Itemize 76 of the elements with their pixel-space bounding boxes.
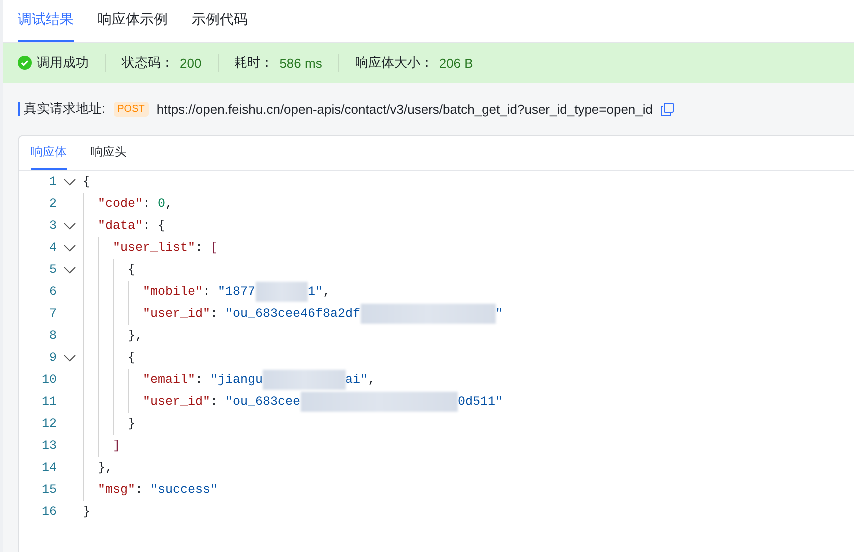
code-token: ,: [368, 373, 376, 387]
code-token: {: [128, 263, 136, 277]
line-number: 13: [40, 439, 57, 453]
line-number: 7: [48, 307, 57, 321]
code-token: {: [83, 175, 91, 189]
code-token: "email": [143, 373, 196, 387]
code-token: }: [83, 505, 91, 519]
code-token: 0: [158, 197, 166, 211]
code-token: "user_id": [143, 395, 211, 409]
line-number: 4: [48, 241, 57, 255]
code-token: {: [128, 351, 136, 365]
line-number: 2: [48, 197, 57, 211]
code-token: "1877: [218, 285, 256, 299]
code-token: :: [203, 285, 212, 299]
metric-label: 耗时：: [234, 54, 274, 72]
line-number: 9: [48, 351, 57, 365]
line-number: 8: [48, 329, 57, 343]
status-text: 调用成功: [37, 54, 89, 72]
request-label: 真实请求地址:: [24, 100, 106, 118]
line-number: 14: [40, 461, 57, 475]
code-token: 0d511": [458, 395, 504, 409]
code-token: :: [143, 197, 152, 211]
line-number: 6: [48, 285, 57, 299]
check-circle-icon: [18, 56, 32, 70]
code-token: }: [128, 417, 136, 431]
code-token: "ou_683cee46f8a2df: [226, 307, 361, 321]
code-token: "jiangu: [210, 373, 264, 387]
line-number: 16: [40, 505, 57, 519]
metric-value: 200: [180, 56, 202, 70]
chevron-down-icon[interactable]: [64, 244, 76, 252]
code-token: :: [210, 307, 220, 321]
metric-value: 206 B: [439, 56, 474, 70]
code-token: ai": [346, 373, 368, 387]
tab[interactable]: 示例代码: [192, 0, 248, 42]
code-token: :: [136, 483, 144, 497]
chevron-down-icon[interactable]: [64, 222, 76, 230]
tab[interactable]: 响应体示例: [98, 0, 168, 42]
code-token: "mobile": [143, 285, 204, 299]
code-token: ,: [323, 285, 331, 299]
metric-value: 586 ms: [280, 56, 322, 70]
code-token: },: [128, 329, 144, 343]
code-token: "user_id": [143, 307, 211, 321]
code-token: ,: [166, 197, 174, 211]
code-token: ": [496, 307, 504, 321]
line-number: 3: [48, 219, 57, 233]
code-token: "success": [150, 483, 218, 497]
redacted-blur: [256, 282, 308, 302]
chevron-down-icon[interactable]: [64, 266, 76, 274]
response-tab[interactable]: 响应头: [91, 136, 127, 170]
method-tag: POST: [114, 102, 149, 116]
code-token: [: [210, 241, 218, 255]
line-number: 12: [40, 417, 57, 431]
response-tab[interactable]: 响应体: [31, 136, 67, 170]
line-number: 5: [48, 263, 57, 277]
line-number: 15: [40, 483, 57, 497]
code-token: "code": [98, 197, 144, 211]
code-token: "user_list": [113, 241, 196, 255]
metric-label: 响应体大小：: [355, 54, 434, 72]
metric-label: 状态码：: [122, 54, 174, 72]
code-token: "msg": [98, 483, 136, 497]
code-token: 1": [308, 285, 324, 299]
code-token: :: [196, 373, 204, 387]
chevron-down-icon[interactable]: [64, 354, 76, 362]
code-token: "ou_683cee: [226, 395, 301, 409]
code-token: },: [98, 461, 114, 475]
line-number: 11: [40, 395, 57, 409]
line-number: 10: [40, 373, 57, 387]
code-token: :: [210, 395, 220, 409]
line-number: 1: [48, 175, 57, 189]
chevron-down-icon[interactable]: [64, 178, 76, 186]
code-token: "data": [98, 219, 144, 233]
code-token: ]: [113, 439, 121, 453]
code-token: :: [196, 241, 204, 255]
copy-icon[interactable]: [661, 102, 674, 116]
code-token: : {: [143, 219, 166, 233]
request-url: https://open.feishu.cn/open-apis/contact/v3/users/batch_get_id?user_id_type=open_id: [156, 102, 654, 116]
